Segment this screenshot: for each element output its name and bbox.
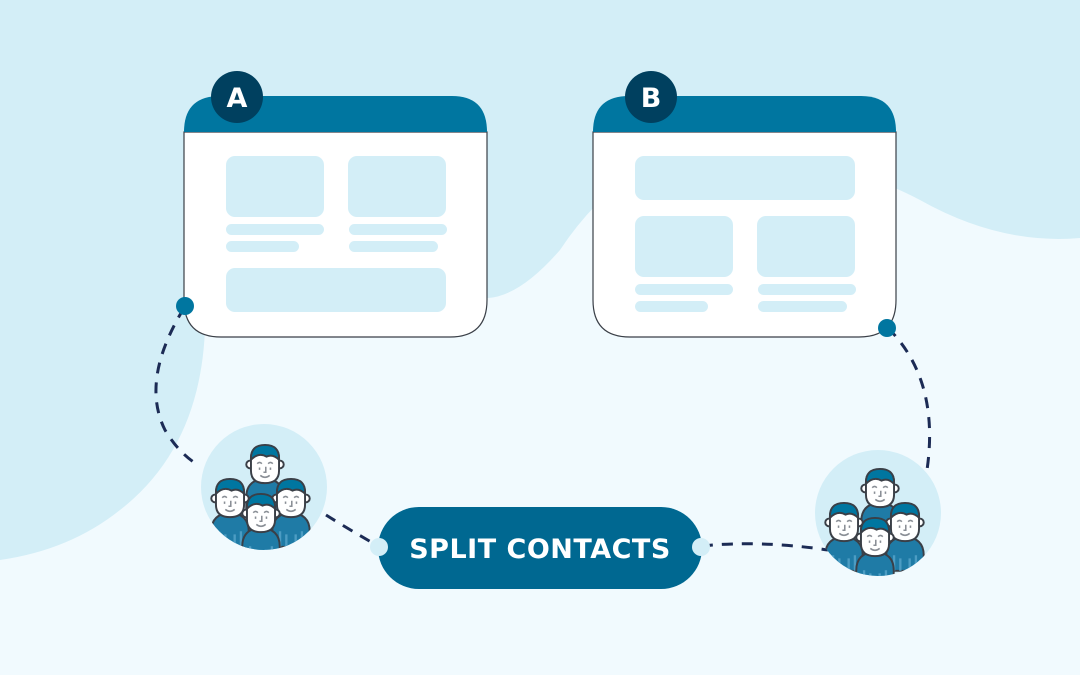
pill-left-dot bbox=[370, 538, 388, 556]
text-line bbox=[635, 301, 708, 312]
contact-group-a bbox=[201, 424, 327, 550]
wide-block bbox=[635, 156, 855, 200]
badge-a-label: A bbox=[227, 83, 248, 114]
connector-pill-to-group-b bbox=[701, 542, 829, 552]
connector-b-to-group bbox=[886, 326, 932, 471]
badge-b-label: B bbox=[641, 83, 662, 114]
text-line bbox=[758, 284, 856, 295]
pill-right-dot bbox=[692, 538, 710, 556]
variant-b-window: B bbox=[592, 71, 897, 338]
pill-label: SPLIT CONTACTS bbox=[409, 534, 671, 565]
tile bbox=[635, 216, 733, 277]
text-line bbox=[226, 241, 299, 252]
tile bbox=[348, 156, 446, 217]
split-contacts-pill: SPLIT CONTACTS bbox=[370, 507, 710, 589]
contact-group-b bbox=[815, 450, 941, 576]
text-line bbox=[758, 301, 847, 312]
variant-a-window: A bbox=[176, 71, 488, 338]
anchor-dot-a bbox=[176, 297, 194, 315]
anchor-dot-b bbox=[878, 319, 896, 337]
wide-block bbox=[226, 268, 446, 312]
text-line bbox=[349, 241, 438, 252]
text-line bbox=[226, 224, 324, 235]
connector-group-a-to-pill bbox=[325, 513, 379, 548]
text-line bbox=[635, 284, 733, 295]
tile bbox=[226, 156, 324, 217]
text-line bbox=[349, 224, 447, 235]
split-contacts-illustration: A B SPLIT CONTACTS bbox=[0, 0, 1080, 589]
tile bbox=[757, 216, 855, 277]
